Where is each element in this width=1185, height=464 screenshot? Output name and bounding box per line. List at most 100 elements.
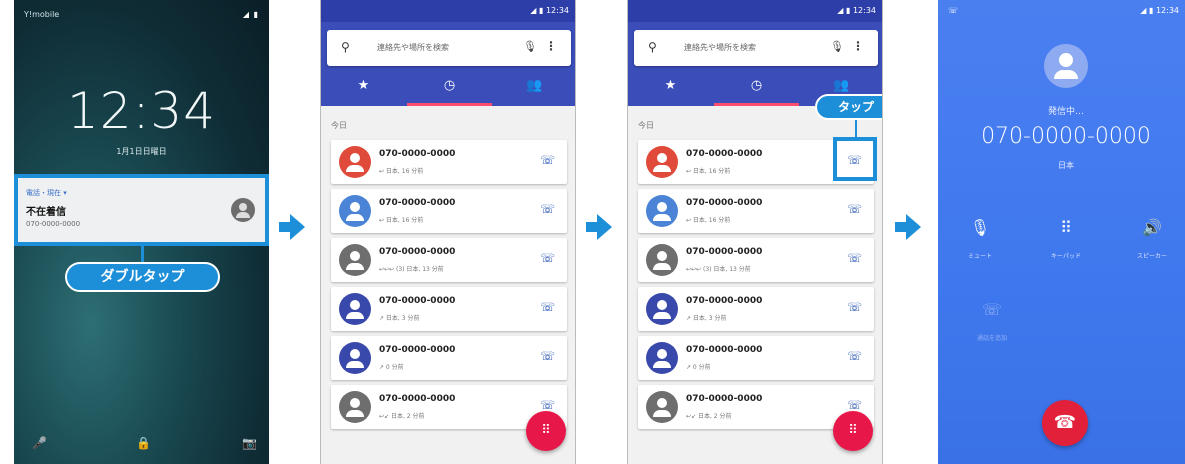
mic-icon[interactable]: 🎤 — [32, 436, 47, 450]
more-options-icon[interactable]: ⋮ — [545, 39, 557, 53]
tab-recents[interactable]: ◷ — [407, 78, 492, 93]
call-button-icon[interactable]: ☏ — [540, 349, 555, 363]
call-log-screen: ◢ ▮ 12:34 ⚲ 連絡先や場所を検索 🎙 ⋮ ★ ◷ 👥 今日 070-0… — [320, 0, 576, 464]
list-item[interactable]: 070-0000-0000 ↗ 0 分前 ☏ — [331, 336, 567, 380]
status-bar: ☏ ◢ ▮ 12:34 — [938, 0, 1185, 22]
contact-avatar-icon — [339, 195, 371, 227]
contact-avatar-icon — [339, 342, 371, 374]
contact-avatar-icon — [231, 198, 255, 222]
list-item[interactable]: 070-0000-0000 ↩ 日本, 16 分前 ☏ — [331, 189, 567, 233]
lock-icon[interactable]: 🔒 — [136, 436, 151, 450]
tab-recents[interactable]: ◷ — [714, 78, 799, 93]
step-arrow-icon — [586, 214, 612, 240]
status-bar: ◢ ▮ 12:34 — [321, 0, 575, 22]
list-item[interactable]: 070-0000-0000 ↩ 日本, 16 分前 ☏ — [638, 189, 874, 233]
carrier-name: Y!mobile — [24, 10, 60, 19]
contact-avatar-icon — [646, 391, 678, 423]
call-button-icon[interactable]: ☏ — [540, 300, 555, 314]
search-icon[interactable]: ⚲ — [648, 40, 657, 54]
entry-number: 070-0000-0000 — [686, 247, 763, 257]
call-button-icon[interactable]: ☏ — [847, 251, 862, 265]
call-button-icon[interactable]: ☏ — [847, 202, 862, 216]
notification-app-label: 電話・現在 ▾ — [26, 189, 67, 197]
notification-title: 不在着信 — [26, 207, 66, 218]
missed-call-notification[interactable]: 電話・現在 ▾ 不在着信 070-0000-0000 — [14, 174, 269, 246]
call-button-icon[interactable]: ☏ — [847, 349, 862, 363]
active-tab-indicator — [714, 103, 799, 106]
dialpad-button[interactable]: ⠿ — [833, 411, 873, 451]
keypad-icon: ⠿ — [1060, 218, 1072, 237]
keypad-button[interactable]: ⠿ キーパッド — [1036, 218, 1096, 260]
call-button-highlight — [833, 137, 877, 181]
contact-avatar-icon — [339, 293, 371, 325]
signal-icon: ◢ ▮ — [242, 10, 259, 19]
callout-connector — [855, 117, 857, 137]
list-item[interactable]: 070-0000-0000 ↩ 日本, 16 分前 ☏ — [331, 140, 567, 184]
contact-avatar-icon — [339, 391, 371, 423]
list-item[interactable]: 070-0000-0000 ↗ 日本, 3 分前 ☏ — [331, 287, 567, 331]
voice-search-icon[interactable]: 🎙 — [830, 40, 844, 53]
entry-meta: ↗ 日本, 3 分前 — [379, 315, 420, 322]
calling-screen: ☏ ◢ ▮ 12:34 発信中… 070-0000-0000 日本 🎙 ミュート… — [938, 0, 1185, 464]
entry-number: 070-0000-0000 — [686, 149, 763, 159]
entry-number: 070-0000-0000 — [686, 296, 763, 306]
list-item[interactable]: 070-0000-0000 ↩↩↩ (3) 日本, 13 分前 ☏ — [331, 238, 567, 282]
end-call-button[interactable]: ☎ — [1042, 400, 1088, 446]
call-state: 発信中… — [1047, 107, 1084, 117]
search-icon[interactable]: ⚲ — [341, 40, 350, 54]
status-bar: ◢ ▮ 12:34 — [628, 0, 882, 22]
entry-meta: ↩↙ 日本, 2 分前 — [379, 413, 425, 420]
double-tap-callout: ダブルタップ — [65, 262, 220, 292]
list-item[interactable]: 070-0000-0000 ↗ 0 分前 ☏ — [638, 336, 874, 380]
dialpad-button[interactable]: ⠿ — [526, 411, 566, 451]
notification-number: 070-0000-0000 — [26, 220, 81, 228]
entry-meta: ↗ 0 分前 — [379, 364, 404, 371]
tab-favorites[interactable]: ★ — [321, 78, 406, 93]
entry-meta: ↩↙ 日本, 2 分前 — [686, 413, 732, 420]
lock-date: 1月1日日曜日 — [116, 147, 167, 156]
tab-favorites[interactable]: ★ — [628, 78, 713, 93]
status-time: ◢ ▮ 12:34 — [1140, 6, 1179, 15]
contact-avatar-icon — [646, 342, 678, 374]
add-call-button[interactable]: ☏ 通話を追加 — [962, 300, 1022, 342]
speaker-button[interactable]: 🔊 スピーカー — [1122, 218, 1182, 260]
call-button-icon[interactable]: ☏ — [540, 202, 555, 216]
step-arrow-icon — [279, 214, 305, 240]
keypad-label: キーパッド — [1051, 253, 1081, 260]
camera-icon[interactable]: 📷 — [242, 436, 257, 450]
dialed-number: 070-0000-0000 — [981, 124, 1151, 149]
entry-meta: ↩↩↩ (3) 日本, 13 分前 — [686, 266, 751, 273]
lock-clock: 12:34 — [66, 82, 217, 140]
contact-avatar-icon — [339, 146, 371, 178]
list-item[interactable]: 070-0000-0000 ↗ 日本, 3 分前 ☏ — [638, 287, 874, 331]
list-item[interactable]: 070-0000-0000 ↩↩↩ (3) 日本, 13 分前 ☏ — [638, 238, 874, 282]
speaker-icon: 🔊 — [1142, 218, 1162, 237]
mute-icon: 🎙 — [969, 218, 991, 237]
search-placeholder: 連絡先や場所を検索 — [684, 43, 756, 52]
search-bar[interactable]: ⚲ 連絡先や場所を検索 🎙 ⋮ — [327, 30, 571, 66]
contact-avatar-icon — [646, 293, 678, 325]
tab-contacts[interactable]: 👥 — [492, 78, 575, 93]
contact-avatar-icon — [1044, 44, 1088, 88]
contact-avatar-icon — [646, 244, 678, 276]
entry-meta: ↩ 日本, 16 分前 — [686, 217, 731, 224]
voice-search-icon[interactable]: 🎙 — [523, 40, 537, 53]
search-placeholder: 連絡先や場所を検索 — [377, 43, 449, 52]
entry-number: 070-0000-0000 — [379, 149, 456, 159]
contact-avatar-icon — [339, 244, 371, 276]
mute-button[interactable]: 🎙 ミュート — [950, 218, 1010, 260]
call-button-icon[interactable]: ☏ — [847, 300, 862, 314]
add-call-icon: ☏ — [981, 300, 1002, 319]
entry-number: 070-0000-0000 — [379, 247, 456, 257]
call-country: 日本 — [1058, 161, 1074, 170]
call-button-icon[interactable]: ☏ — [540, 398, 555, 412]
call-log-screen-tap: ◢ ▮ 12:34 ⚲ 連絡先や場所を検索 🎙 ⋮ ★ ◷ 👥 今日 070-0… — [627, 0, 883, 464]
more-options-icon[interactable]: ⋮ — [852, 39, 864, 53]
call-button-icon[interactable]: ☏ — [847, 398, 862, 412]
entry-meta: ↩ 日本, 16 分前 — [686, 168, 731, 175]
call-button-icon[interactable]: ☏ — [540, 251, 555, 265]
entry-number: 070-0000-0000 — [379, 296, 456, 306]
tab-contacts[interactable]: 👥 — [799, 78, 882, 93]
call-button-icon[interactable]: ☏ — [540, 153, 555, 167]
search-bar[interactable]: ⚲ 連絡先や場所を検索 🎙 ⋮ — [634, 30, 878, 66]
